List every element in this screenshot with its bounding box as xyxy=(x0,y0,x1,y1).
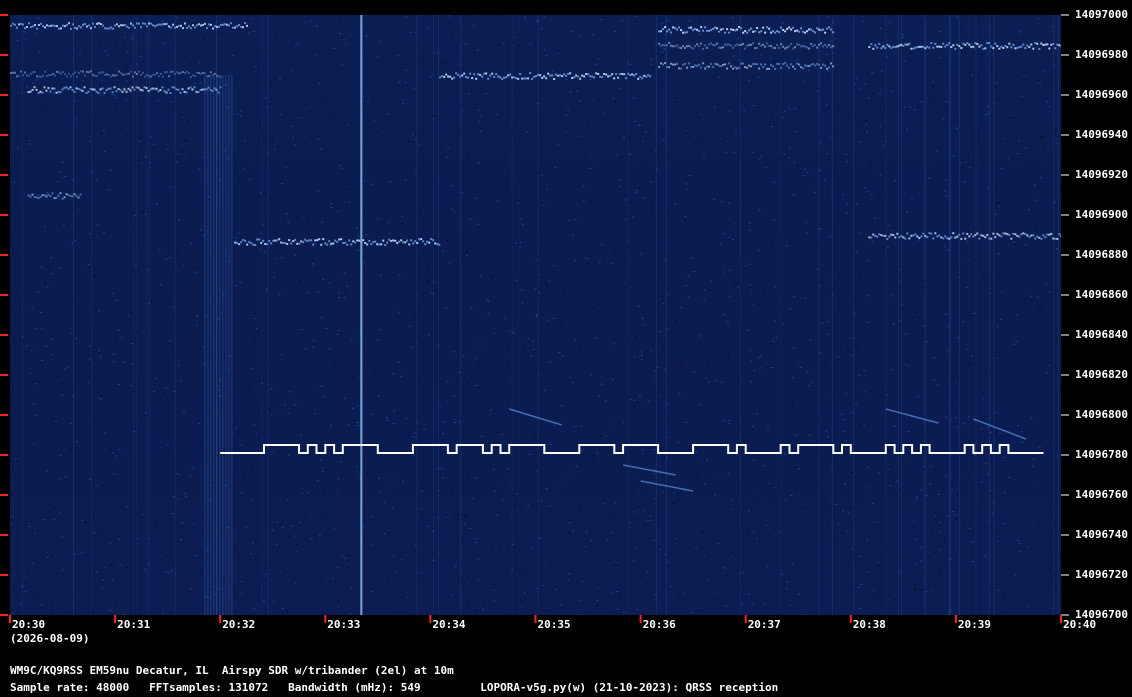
x-tick-label: 20:34 xyxy=(432,618,466,631)
x-tick-label: 20:32 xyxy=(222,618,256,631)
x-tick-label: 20:37 xyxy=(747,618,781,631)
signal-trace xyxy=(658,42,835,50)
signal-trace xyxy=(868,232,1061,240)
y-tick-label: 14096720 xyxy=(1075,568,1128,581)
y-tick-label: 14096980 xyxy=(1075,48,1128,61)
x-tick-label: 20:36 xyxy=(642,618,676,631)
x-tick-label: 20:35 xyxy=(537,618,571,631)
signal-trace xyxy=(220,444,1044,454)
y-tick-label: 14096760 xyxy=(1075,488,1128,501)
y-tick-label: 14096920 xyxy=(1075,168,1128,181)
y-tick-label: 14097000 xyxy=(1075,8,1128,21)
signal-trace xyxy=(234,238,441,246)
y-tick-label: 14096820 xyxy=(1075,368,1128,381)
y-tick-label: 14096860 xyxy=(1075,288,1128,301)
signal-trace xyxy=(658,26,835,34)
spectrogram-svg xyxy=(10,15,1061,615)
signal-trace xyxy=(885,408,939,424)
x-tick-label: 20:33 xyxy=(327,618,361,631)
signal-trace xyxy=(360,15,363,615)
x-tick-label: 20:30 xyxy=(12,618,46,631)
y-tick-label: 14096960 xyxy=(1075,88,1128,101)
x-tick-label: 20:38 xyxy=(852,618,886,631)
signal-trace xyxy=(27,86,222,94)
signal-trace xyxy=(622,464,676,476)
signal-trace xyxy=(10,22,248,30)
y-tick-label: 14096900 xyxy=(1075,208,1128,221)
x-tick-label: 20:31 xyxy=(117,618,151,631)
signal-trace xyxy=(868,42,1061,50)
x-tick-label: 20:39 xyxy=(957,618,992,631)
vertical-streaks xyxy=(21,15,1059,615)
y-tick-label: 14096940 xyxy=(1075,128,1128,141)
x-axis-date: (2026-08-09) xyxy=(10,632,90,645)
y-tick-label: 14096780 xyxy=(1075,448,1128,461)
y-tick-label: 14096880 xyxy=(1075,248,1128,261)
signal-trace xyxy=(204,75,233,615)
receiver-params: Sample rate: 48000 FFTsamples: 131072 Ba… xyxy=(10,681,779,694)
station-info: WM9C/KQ9RSS EM59nu Decatur, IL Airspy SD… xyxy=(10,664,454,677)
x-tick-label: 20:40 xyxy=(1063,618,1097,631)
y-tick-label: 14096800 xyxy=(1075,408,1128,421)
signal-trace xyxy=(439,72,652,80)
noise-texture xyxy=(10,15,1061,615)
signal-trace xyxy=(640,480,694,492)
signal-trace xyxy=(658,62,835,70)
y-tick-label: 14096740 xyxy=(1075,528,1128,541)
y-tick-label: 14096840 xyxy=(1075,328,1128,341)
spectrogram-plot xyxy=(10,15,1061,615)
